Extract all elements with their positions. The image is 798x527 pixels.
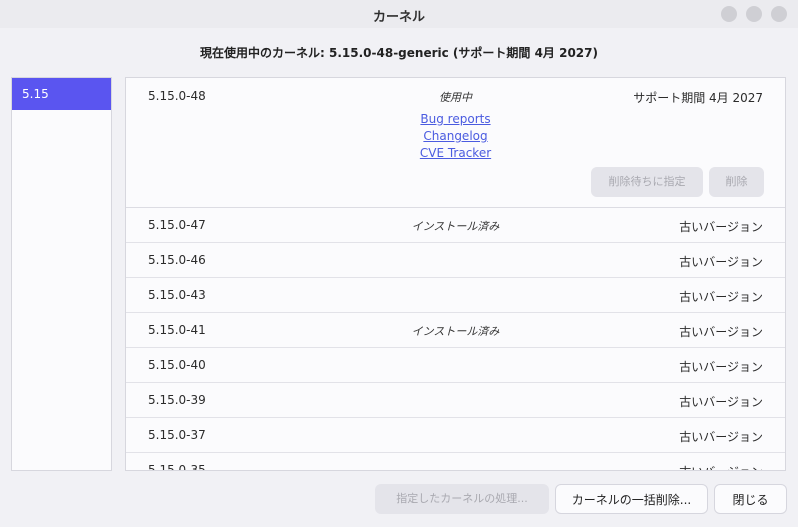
changelog-link[interactable]: Changelog [126, 128, 785, 145]
kernel-version: 5.15.0-43 [148, 288, 206, 302]
queue-removal-button[interactable]: 削除待ちに指定 [591, 167, 703, 197]
kernel-list[interactable]: 5.15.0-48 使用中 サポート期間 4月 2027 Bug reports… [125, 77, 786, 471]
kernel-support: 古いバージョン [679, 360, 763, 374]
kernel-support: 古いバージョン [679, 395, 763, 409]
kernel-series-sidebar: 5.15 [11, 77, 112, 471]
kernel-links: Bug reports Changelog CVE Tracker [126, 111, 785, 162]
kernel-support: 古いバージョン [679, 220, 763, 234]
maximize-button[interactable] [746, 6, 762, 22]
kernel-support: サポート期間 4月 2027 [633, 91, 763, 105]
sidebar-item-5-15[interactable]: 5.15 [12, 78, 111, 110]
current-kernel-header: 現在使用中のカーネル: 5.15.0-48-generic (サポート期間 4月… [200, 46, 598, 60]
kernel-row[interactable]: 5.15.0-46 古いバージョン [126, 243, 785, 278]
remove-button[interactable]: 削除 [709, 167, 764, 197]
kernel-row[interactable]: 5.15.0-43 古いバージョン [126, 278, 785, 313]
titlebar: カーネル [0, 0, 798, 28]
minimize-button[interactable] [721, 6, 737, 22]
process-selected-button[interactable]: 指定したカーネルの処理... [375, 484, 549, 514]
cve-tracker-link[interactable]: CVE Tracker [126, 145, 785, 162]
kernel-support: 古いバージョン [679, 290, 763, 304]
kernel-row[interactable]: 5.15.0-41 インストール済み 古いバージョン [126, 313, 785, 348]
close-window-button[interactable] [771, 6, 787, 22]
kernel-version: 5.15.0-46 [148, 253, 206, 267]
kernel-window: カーネル 現在使用中のカーネル: 5.15.0-48-generic (サポート… [0, 0, 798, 527]
bulk-remove-button[interactable]: カーネルの一括削除... [555, 484, 708, 514]
close-button[interactable]: 閉じる [714, 484, 787, 514]
kernel-version: 5.15.0-39 [148, 393, 206, 407]
kernel-row[interactable]: 5.15.0-40 古いバージョン [126, 348, 785, 383]
current-kernel-row: 5.15.0-48 使用中 サポート期間 4月 2027 Bug reports… [126, 78, 785, 208]
kernel-support: 古いバージョン [679, 463, 763, 470]
window-title: カーネル [372, 10, 425, 25]
kernel-version: 5.15.0-37 [148, 428, 206, 442]
kernel-version: 5.15.0-40 [148, 358, 206, 372]
kernel-row[interactable]: 5.15.0-37 古いバージョン [126, 418, 785, 453]
bug-reports-link[interactable]: Bug reports [126, 111, 785, 128]
kernel-row[interactable]: 5.15.0-39 古いバージョン [126, 383, 785, 418]
kernel-version: 5.15.0-35 [148, 463, 206, 471]
kernel-row[interactable]: 5.15.0-35 古いバージョン [126, 453, 785, 471]
kernel-row[interactable]: 5.15.0-47 インストール済み 古いバージョン [126, 208, 785, 243]
kernel-support: 古いバージョン [679, 255, 763, 269]
kernel-support: 古いバージョン [679, 430, 763, 444]
kernel-support: 古いバージョン [679, 325, 763, 339]
